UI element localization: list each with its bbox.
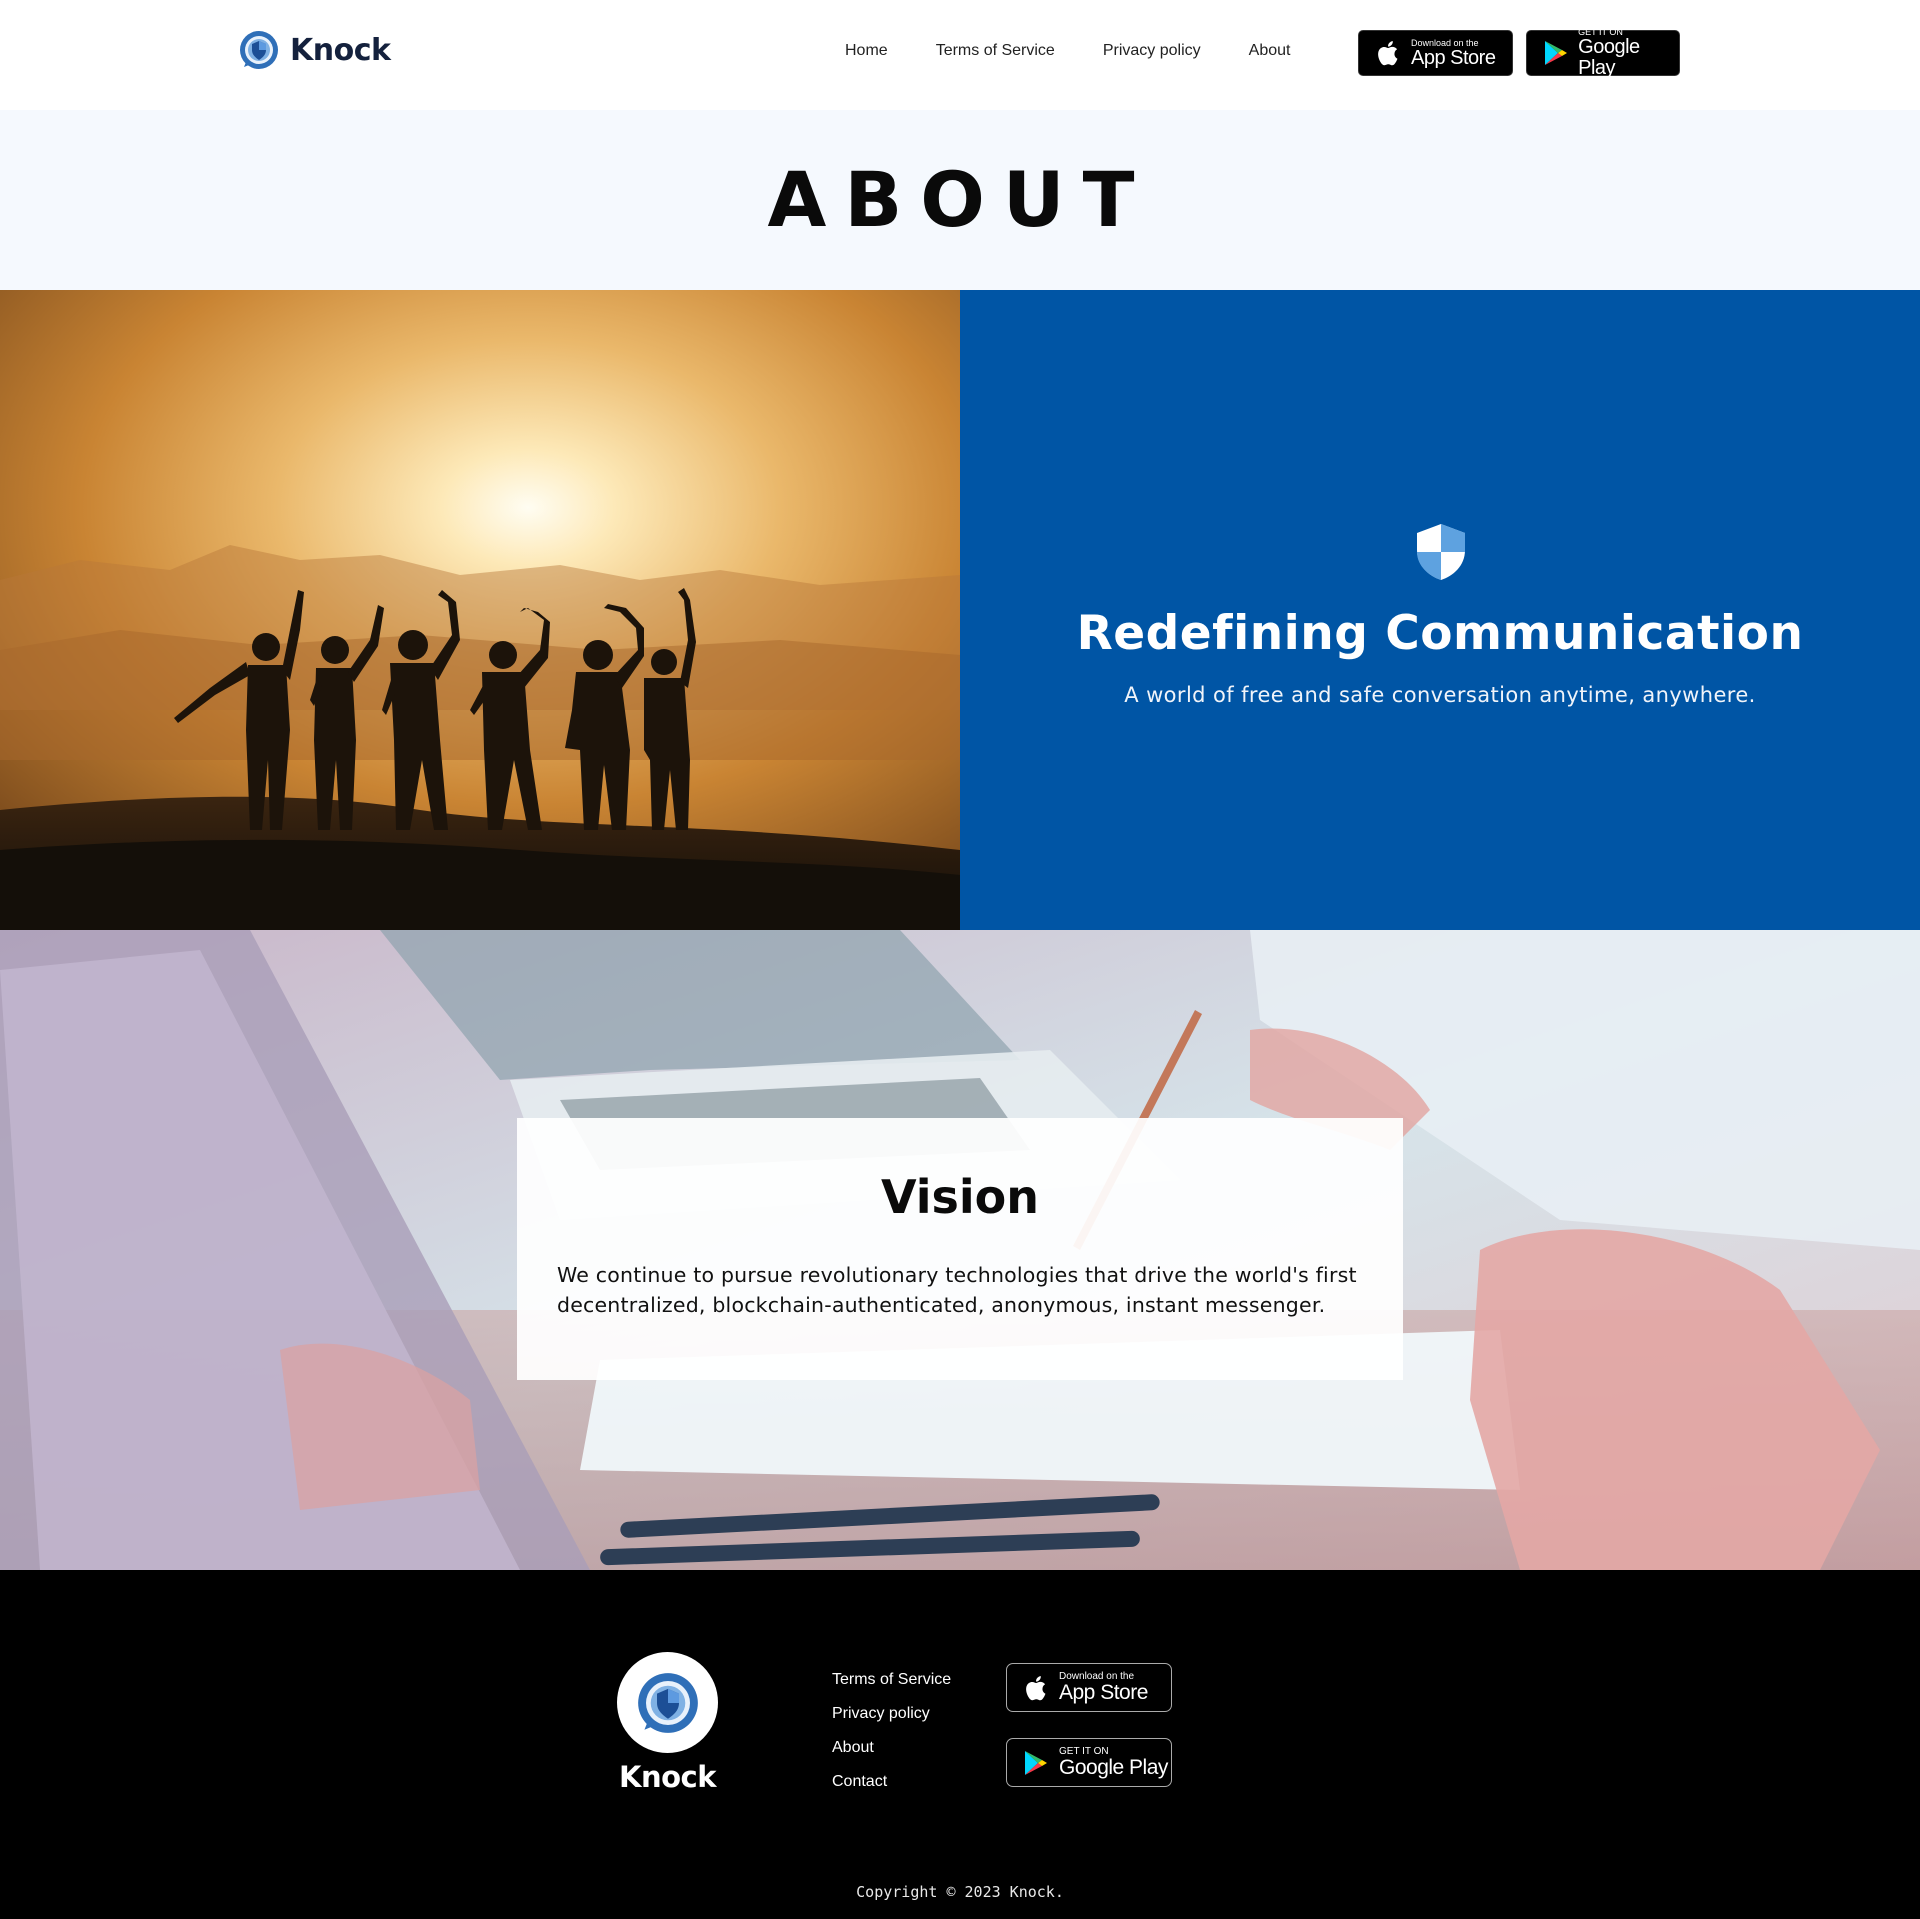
knock-logo-icon	[637, 1672, 698, 1733]
knock-logo-icon	[240, 31, 278, 69]
brand-logo[interactable]: Knock	[238, 28, 391, 72]
footer-link-privacy-policy[interactable]: Privacy policy	[832, 1705, 951, 1739]
footer-app-store-label: App Store	[1059, 1681, 1148, 1704]
apple-icon	[1371, 40, 1405, 66]
nav-about[interactable]: About	[1249, 42, 1291, 60]
main-nav: Home Terms of Service Privacy policy Abo…	[845, 42, 1290, 60]
page-title: ABOUT	[767, 155, 1153, 244]
footer-google-play-button[interactable]: GET IT ON Google Play	[1006, 1738, 1172, 1787]
apple-icon	[1019, 1675, 1053, 1701]
hero-subtext: A world of free and safe conversation an…	[1124, 683, 1756, 707]
vision-card: Vision We continue to pursue revolutiona…	[517, 1118, 1403, 1380]
brand-name: Knock	[290, 32, 391, 68]
hero-section: Redefining Communication A world of free…	[0, 290, 1920, 930]
page-title-band: ABOUT	[0, 110, 1920, 290]
google-play-button[interactable]: GET IT ON Google Play	[1526, 27, 1680, 79]
copyright-text: Copyright © 2023 Knock.	[856, 1883, 1064, 1901]
shield-icon	[1417, 524, 1465, 580]
app-store-button[interactable]: Download on the App Store	[1358, 30, 1513, 76]
google-play-icon	[1539, 40, 1572, 66]
hero-heading: Redefining Communication	[1076, 606, 1804, 661]
footer-link-terms-of-service[interactable]: Terms of Service	[832, 1671, 951, 1705]
vision-heading: Vision	[880, 1170, 1040, 1224]
footer-google-play-label: Google Play	[1059, 1756, 1168, 1779]
app-store-label: App Store	[1411, 46, 1496, 69]
nav-terms-of-service[interactable]: Terms of Service	[936, 42, 1055, 60]
sunset-group-photo	[0, 290, 960, 930]
site-header: Knock Home Terms of Service Privacy poli…	[0, 0, 1920, 110]
footer-brand-name: Knock	[618, 1760, 717, 1794]
footer-app-store-button[interactable]: Download on the App Store	[1006, 1663, 1172, 1712]
app-store-small-label: Download on the	[1411, 37, 1479, 48]
site-footer: Knock Terms of Service Privacy policy Ab…	[0, 1570, 1920, 1919]
footer-links: Terms of Service Privacy policy About Co…	[832, 1671, 951, 1807]
google-play-icon	[1019, 1750, 1053, 1776]
footer-link-contact[interactable]: Contact	[832, 1773, 951, 1807]
vision-body: We continue to pursue revolutionary tech…	[557, 1263, 1357, 1317]
vision-section: Vision We continue to pursue revolutiona…	[0, 930, 1920, 1570]
nav-privacy-policy[interactable]: Privacy policy	[1103, 42, 1201, 60]
google-play-label: Google Play	[1578, 36, 1640, 79]
footer-link-about[interactable]: About	[832, 1739, 951, 1773]
nav-home[interactable]: Home	[845, 42, 888, 60]
footer-logo[interactable]	[617, 1652, 718, 1753]
hero-blue-panel: Redefining Communication A world of free…	[960, 290, 1920, 930]
